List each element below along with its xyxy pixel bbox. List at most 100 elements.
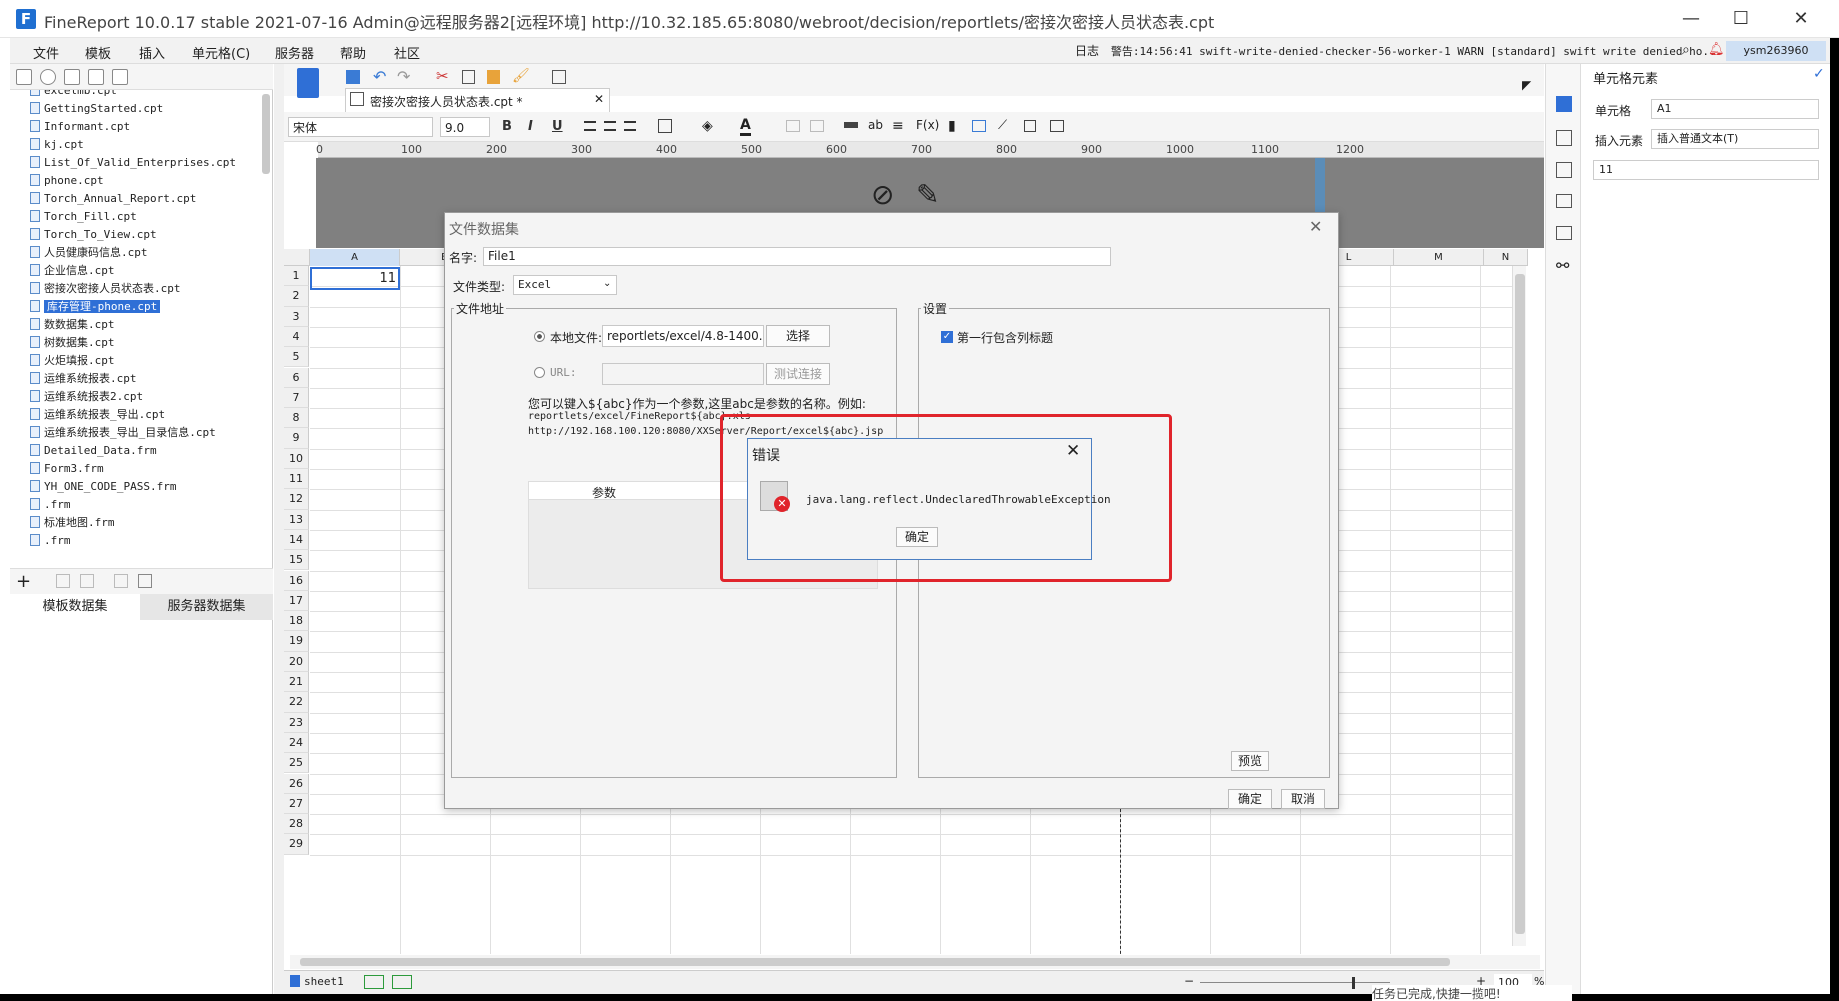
formula-icon[interactable]: F(x) (916, 118, 939, 132)
file-tree-item[interactable]: Torch_To_View.cpt (30, 226, 157, 243)
redo-icon[interactable]: ↷ (397, 67, 410, 86)
bold-button[interactable]: B (502, 119, 512, 134)
menu-cell[interactable]: 单元格(C) (192, 43, 250, 62)
row-header[interactable]: 3 (284, 306, 309, 327)
url-radio[interactable] (534, 367, 545, 378)
zoom-slider[interactable] (1200, 982, 1390, 983)
row-header[interactable]: 7 (284, 387, 309, 409)
file-tree-item[interactable]: Torch_Annual_Report.cpt (30, 190, 196, 207)
row-header[interactable]: 13 (284, 509, 309, 530)
row-header[interactable]: 16 (284, 570, 309, 591)
row-header[interactable]: 27 (284, 793, 309, 815)
first-row-header-checkbox[interactable]: ✓ (941, 331, 953, 343)
widget-settings-icon[interactable] (1556, 194, 1572, 208)
file-tree-item[interactable]: 运维系统报表_导出_目录信息.cpt (30, 424, 216, 441)
row-header[interactable]: 5 (284, 347, 309, 368)
row-header[interactable]: 23 (284, 712, 309, 733)
menu-server[interactable]: 服务器 (275, 43, 314, 62)
local-file-path-input[interactable]: reportlets/excel/4.8-1400.xlsx (602, 325, 764, 347)
notification-bell-icon[interactable]: 🔔︎ (1708, 42, 1725, 57)
row-header[interactable]: 29 (284, 834, 309, 855)
row-header[interactable]: 15 (284, 550, 309, 571)
maximize-button[interactable]: ☐ (1712, 0, 1770, 38)
undo-icon[interactable]: ↶ (373, 67, 386, 86)
delete-icon[interactable] (88, 69, 104, 85)
row-header[interactable]: 26 (284, 773, 309, 794)
log-label[interactable]: 日志 (1075, 44, 1099, 58)
hide-parameter-icon[interactable]: ⊘ (871, 178, 894, 211)
image-icon[interactable] (972, 120, 986, 132)
tree-scrollbar[interactable] (262, 94, 270, 174)
file-tree-item[interactable]: kj.cpt (30, 136, 84, 153)
lock-icon[interactable] (64, 69, 80, 85)
file-tree-item[interactable]: 密接次密接人员状态表.cpt (30, 280, 181, 297)
new-folder-icon[interactable] (16, 69, 32, 85)
cell-content-field[interactable]: 11 (1593, 160, 1819, 180)
row-header[interactable]: 8 (284, 408, 309, 429)
cut-icon[interactable]: ✂ (436, 67, 449, 85)
row-header[interactable]: 4 (284, 326, 309, 348)
menu-insert[interactable]: 插入 (139, 43, 165, 62)
add-form-sheet-icon[interactable] (392, 975, 412, 989)
zoom-out-button[interactable]: − (1184, 974, 1194, 988)
italic-button[interactable]: I (528, 119, 533, 134)
copy-icon[interactable] (112, 69, 128, 85)
split-cell-icon[interactable] (810, 120, 824, 132)
tab-server-dataset[interactable]: 服务器数据集 (140, 594, 273, 620)
text-cell-icon[interactable] (844, 122, 858, 128)
row-header[interactable]: 6 (284, 367, 309, 388)
dataset-name-input[interactable]: File1 (483, 247, 1111, 266)
file-tree-item[interactable]: GettingStarted.cpt (30, 100, 163, 117)
cell-properties-icon[interactable] (1050, 120, 1064, 132)
chart-icon[interactable]: ▮ (948, 118, 956, 134)
align-center-icon[interactable] (604, 121, 616, 131)
file-tree-item[interactable]: 数数据集.cpt (30, 316, 115, 333)
column-header-a[interactable]: A (310, 249, 400, 266)
chevron-down-icon[interactable]: ⌄ (603, 278, 611, 289)
menu-file[interactable]: 文件 (33, 43, 59, 62)
list-icon[interactable]: ≡ (892, 118, 904, 134)
menu-help[interactable]: 帮助 (340, 43, 366, 62)
column-header-m[interactable]: M (1394, 249, 1484, 266)
row-header[interactable]: 22 (284, 692, 309, 713)
row-header[interactable]: 18 (284, 611, 309, 632)
grid-hscroll-thumb[interactable] (300, 958, 1450, 966)
float-element-icon[interactable] (1556, 162, 1572, 178)
dialog-cancel-button[interactable]: 取消 (1281, 789, 1325, 809)
file-tree-item[interactable]: Form3.frm (30, 460, 104, 477)
edit-dataset-icon[interactable] (56, 574, 70, 588)
row-header[interactable]: 1 (284, 266, 309, 287)
row-header[interactable]: 24 (284, 732, 309, 754)
template-icon[interactable] (297, 68, 319, 98)
row-header[interactable]: 2 (284, 286, 309, 307)
font-color-icon[interactable]: A (740, 117, 751, 136)
cell-attribute-icon[interactable] (1556, 130, 1572, 146)
row-header[interactable]: 25 (284, 753, 309, 774)
menu-template[interactable]: 模板 (85, 43, 111, 62)
dialog-ok-button[interactable]: 确定 (1228, 789, 1272, 809)
test-connection-button[interactable]: 测试连接 (766, 363, 830, 385)
row-header[interactable]: 28 (284, 814, 309, 835)
insert-element-select[interactable]: 插入普通文本(T) (1651, 129, 1819, 149)
font-size-select[interactable]: 9.0 (440, 117, 490, 137)
edit-parameter-icon[interactable]: ✎ (916, 178, 939, 211)
choose-file-button[interactable]: 选择 (766, 325, 830, 347)
file-tree-item[interactable]: 标准地图.frm (30, 514, 115, 531)
file-tree-item[interactable]: 运维系统报表2.cpt (30, 388, 143, 405)
file-tree-item[interactable]: phone.cpt (30, 172, 104, 189)
close-dialog-button[interactable]: ✕ (1309, 217, 1322, 236)
align-left-icon[interactable] (584, 121, 596, 131)
file-type-select[interactable]: Excel (513, 275, 617, 295)
row-header[interactable]: 20 (284, 651, 309, 672)
cell-element-icon[interactable] (1556, 96, 1572, 112)
file-tree-item[interactable]: 火炬填报.cpt (30, 352, 115, 369)
paste-icon[interactable] (487, 70, 500, 84)
expand-icon[interactable]: ◤ (1522, 78, 1531, 92)
file-tree-item[interactable]: 运维系统报表_导出.cpt (30, 406, 165, 423)
menu-community[interactable]: 社区 (394, 43, 420, 62)
row-header[interactable]: 9 (284, 428, 309, 449)
add-sheet-icon[interactable] (364, 975, 384, 989)
file-tree-item[interactable]: excelmb.cpt (30, 90, 117, 99)
user-account[interactable]: ysm263960 (1726, 41, 1826, 61)
cell-address-field[interactable]: A1 (1651, 99, 1819, 119)
